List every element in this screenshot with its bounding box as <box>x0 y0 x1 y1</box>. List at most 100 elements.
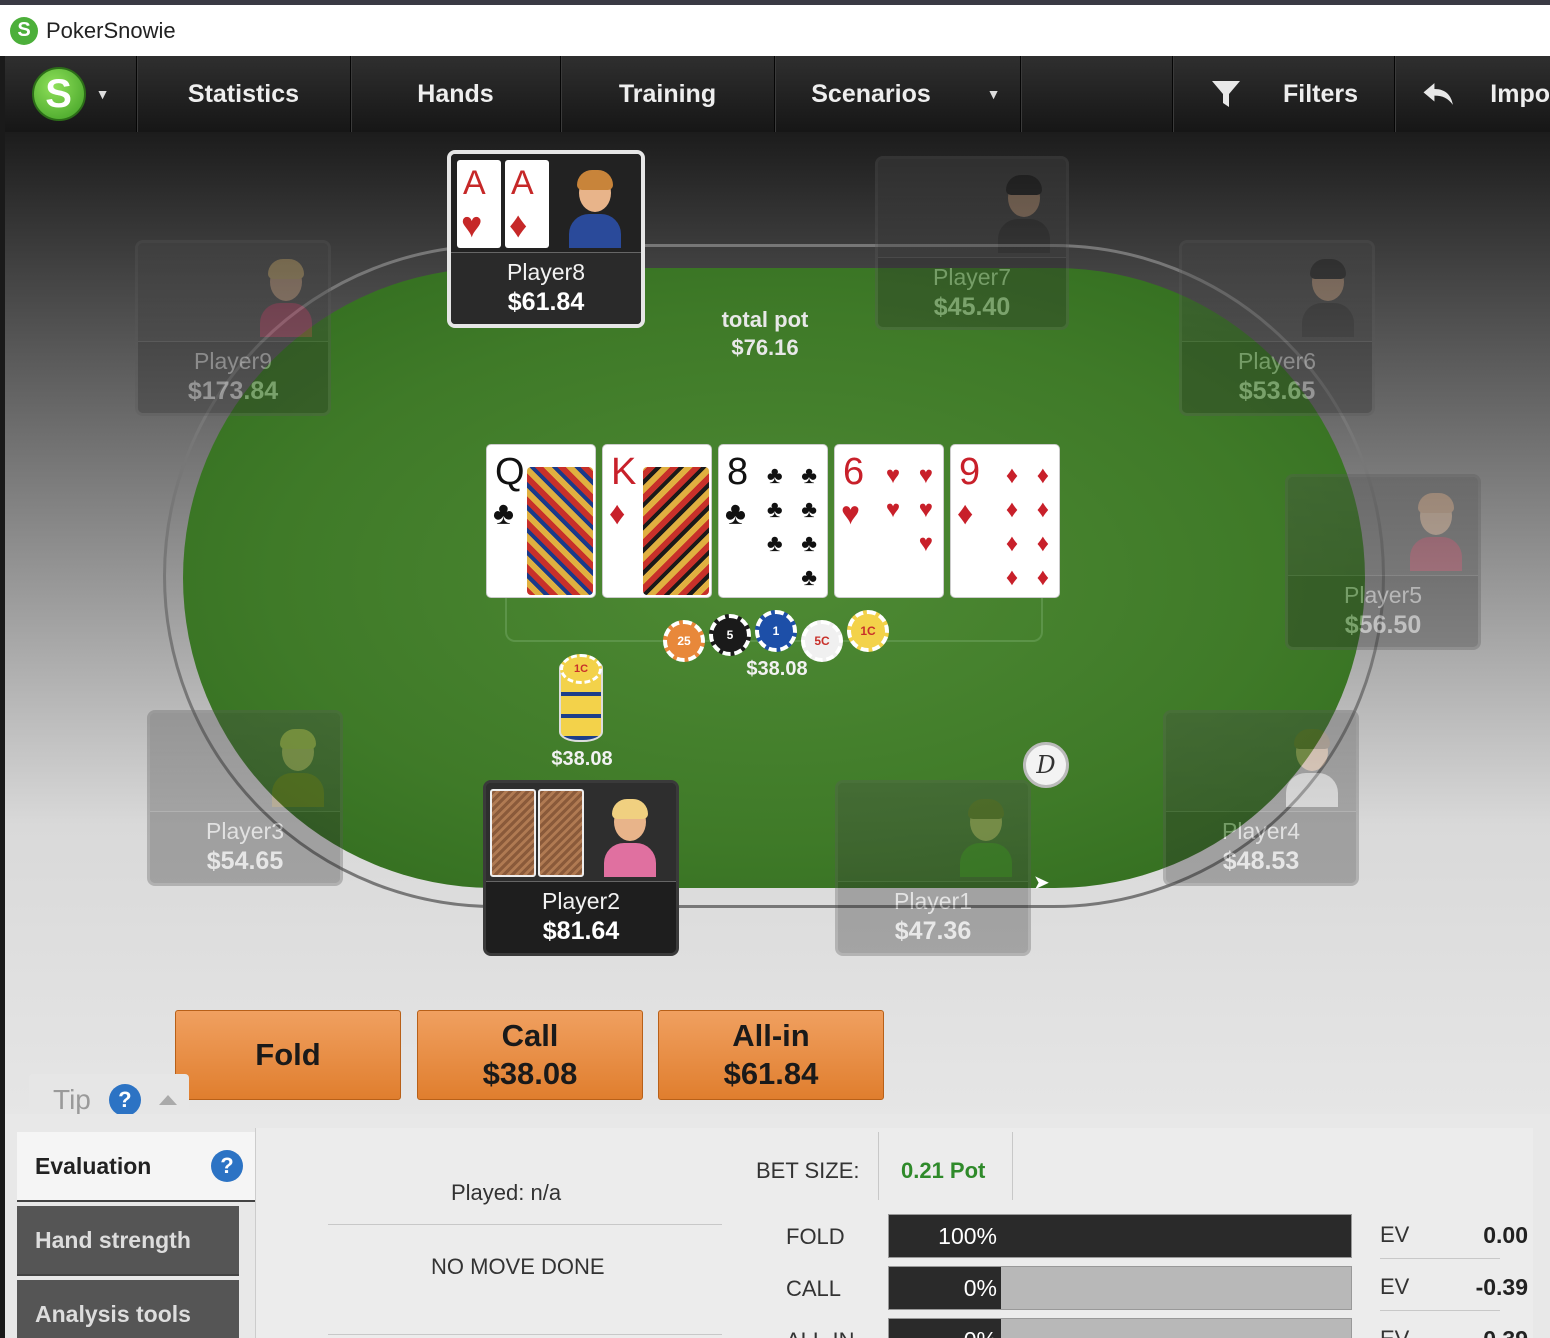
chip-icon: 25 <box>663 620 705 662</box>
divider <box>1380 1310 1500 1311</box>
player-name: Player3 <box>206 818 284 844</box>
menu-training[interactable]: Training <box>561 56 775 132</box>
seat-player1[interactable]: Player1 $47.36 <box>835 780 1031 956</box>
player-name: Player8 <box>507 259 585 285</box>
player2-bet-amount: $38.08 <box>551 748 613 770</box>
avatar <box>258 257 314 337</box>
seat-player8[interactable]: A ♥ A ♦ Player8 $61.84 <box>447 150 645 328</box>
chip-icon: 1 <box>755 610 797 652</box>
card-pips: ♥ ♥ ♥ ♥ ♥ <box>885 462 939 557</box>
player-stack: $53.65 <box>1238 377 1316 405</box>
ev-label: EV <box>1380 1222 1410 1247</box>
played-move: Played: n/a <box>451 1180 562 1205</box>
action-row-label: CALL <box>786 1276 842 1301</box>
bet-size-label: BET SIZE: <box>756 1158 860 1183</box>
dealer-button-icon: D <box>1023 742 1069 788</box>
player-stack: $61.84 <box>507 288 585 316</box>
tip-label: Tip <box>53 1084 91 1115</box>
chip-icon: 1C <box>560 654 602 684</box>
allin-button[interactable]: All-in $61.84 <box>658 1010 884 1100</box>
menu-spacer <box>1021 56 1173 132</box>
player-name: Player4 <box>1222 818 1300 844</box>
menu-bar: S ▼ Statistics Hands Training Scenarios … <box>5 56 1550 132</box>
tab-analysis-tools[interactable]: Analysis tools <box>17 1280 239 1338</box>
player-name: Player2 <box>542 888 620 914</box>
total-pot: total pot $76.16 <box>685 306 845 362</box>
filters-button[interactable]: Filters <box>1173 56 1395 132</box>
seat-player4[interactable]: Player4 $48.53 <box>1163 710 1359 886</box>
ev-value: -0.39 <box>1436 1326 1528 1338</box>
seat-player5[interactable]: Player5 $56.50 <box>1285 474 1481 650</box>
help-icon[interactable]: ? <box>108 1084 141 1116</box>
divider <box>328 1334 722 1335</box>
seat-player7[interactable]: Player7 $45.40 <box>875 156 1069 330</box>
menu-hands[interactable]: Hands <box>351 56 561 132</box>
seat-player6[interactable]: Player6 $53.65 <box>1179 240 1375 416</box>
tab-label: Hand strength <box>35 1226 191 1253</box>
frequency-bar: 100% <box>888 1214 1352 1258</box>
action-row-label: ALL-IN <box>786 1328 854 1338</box>
chip-icon: 1C <box>847 610 889 652</box>
player-stack: $56.50 <box>1344 611 1422 639</box>
player-stack: $81.64 <box>542 917 620 945</box>
board-card: 9 ♦ ♦ ♦ ♦ ♦ ♦ ♦ ♦ ♦ <box>950 444 1060 598</box>
avatar <box>1408 491 1464 571</box>
action-row-label: FOLD <box>786 1224 845 1249</box>
collapse-arrow-icon[interactable] <box>158 1095 177 1105</box>
chevron-down-icon: ▼ <box>986 86 1001 102</box>
player-stack: $48.53 <box>1222 847 1300 875</box>
frequency-bar: 0% <box>888 1318 1352 1338</box>
main-menu-button[interactable]: S ▼ <box>5 56 137 132</box>
total-pot-amount: $76.16 <box>731 335 799 360</box>
tab-hand-strength[interactable]: Hand strength <box>17 1206 239 1276</box>
avatar <box>567 168 623 248</box>
board-card: Q ♣ <box>486 444 596 598</box>
player-name: Player6 <box>1238 348 1316 374</box>
chip-icon: 5 <box>709 614 751 656</box>
frequency-pct: 100% <box>938 1223 997 1249</box>
divider <box>328 1224 722 1225</box>
player-stack: $173.84 <box>187 377 279 405</box>
board-card: K ♦ <box>602 444 712 598</box>
ev-label: EV <box>1380 1326 1409 1338</box>
chevron-down-icon: ▼ <box>95 86 110 102</box>
seat-player9[interactable]: Player9 $173.84 <box>135 240 331 416</box>
call-label: Call <box>501 1018 559 1053</box>
card-pips: ♦ ♦ ♦ ♦ ♦ ♦ ♦ ♦ <box>1005 462 1055 591</box>
frequency-bar: 0% <box>888 1266 1352 1310</box>
avatar <box>602 797 658 877</box>
seat-player3[interactable]: Player3 $54.65 <box>147 710 343 886</box>
board-card: 6 ♥ ♥ ♥ ♥ ♥ ♥ <box>834 444 944 598</box>
analysis-panel: Evaluation ? Hand strength Analysis tool… <box>5 1114 1550 1338</box>
fold-button[interactable]: Fold <box>175 1010 401 1100</box>
poker-table-area: total pot $76.16 A ♥ A ♦ Player8 $61.84 … <box>5 132 1550 1122</box>
queen-portrait-icon <box>527 467 593 595</box>
evaluation-content: Played: n/a NO MOVE DONE BET SIZE: 0.21 … <box>255 1128 1533 1338</box>
player-stack: $45.40 <box>933 293 1011 321</box>
import-button[interactable]: Impo <box>1395 56 1550 132</box>
tab-evaluation[interactable]: Evaluation ? <box>17 1132 255 1202</box>
call-button[interactable]: Call $38.08 <box>417 1010 643 1100</box>
menu-statistics[interactable]: Statistics <box>137 56 351 132</box>
allin-amount: $61.84 <box>723 1056 819 1091</box>
call-amount: $38.08 <box>482 1056 578 1091</box>
avatar <box>996 173 1052 253</box>
menu-scenarios[interactable]: Scenarios <box>775 56 967 132</box>
allin-label: All-in <box>732 1018 810 1053</box>
snowie-logo-icon: S <box>31 67 86 121</box>
scenarios-dropdown-button[interactable]: ▼ <box>967 56 1021 132</box>
help-icon[interactable]: ? <box>211 1150 243 1182</box>
tab-label: Evaluation <box>35 1152 152 1179</box>
avatar <box>1284 727 1340 807</box>
player-name: Player5 <box>1344 582 1422 608</box>
seat-player2[interactable]: Player2 $81.64 <box>483 780 679 956</box>
undo-arrow-icon <box>1423 83 1453 105</box>
snowie-logo-icon: S <box>10 16 38 45</box>
avatar <box>270 727 326 807</box>
player-stack: $47.36 <box>894 917 972 945</box>
king-portrait-icon <box>643 467 709 595</box>
card-back <box>538 789 584 877</box>
title-bar: S PokerSnowie <box>0 0 1550 56</box>
filter-icon <box>1211 81 1240 107</box>
player-name: Player9 <box>194 348 272 374</box>
